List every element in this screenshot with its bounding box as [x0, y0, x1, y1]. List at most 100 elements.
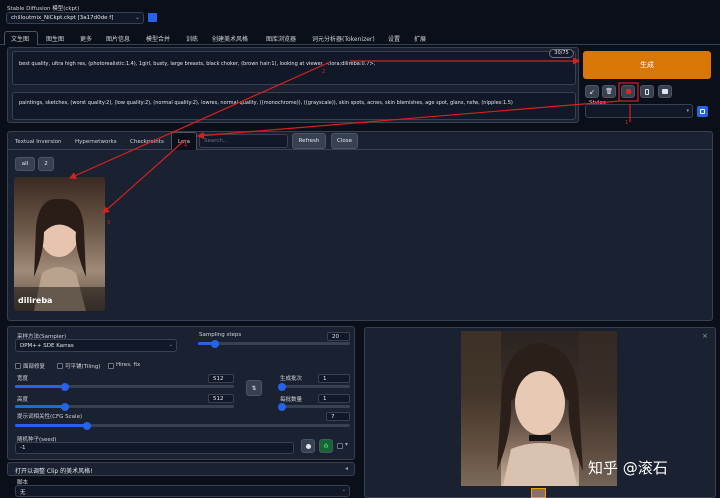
tiling-checkbox[interactable]: [57, 363, 63, 369]
checkpoint-value: chilloutmix_NiCkpt.ckpt [3a17d0de f]: [11, 15, 114, 21]
tab-textual-inversion[interactable]: Textual Inversion: [15, 139, 62, 145]
tab-img2img[interactable]: 图生图: [46, 34, 64, 43]
tab-train[interactable]: 训练: [186, 34, 198, 43]
tiling-label: 可平铺(Tiling): [65, 364, 101, 370]
chevron-down-icon: ⌄: [341, 487, 346, 493]
steps-slider[interactable]: [198, 339, 350, 348]
negative-prompt-input[interactable]: paintings, sketches, (worst quality:2), …: [12, 92, 576, 120]
generate-button[interactable]: 生成: [583, 51, 711, 79]
annotation-label-2: 2: [322, 69, 326, 75]
tab-tokenizer[interactable]: 词元分析器(Tokenizer): [312, 34, 375, 43]
collapse-icon[interactable]: ◂: [345, 465, 348, 472]
recycle-icon[interactable]: ♻: [319, 439, 333, 453]
prompt-panel: best quality, ultra high res, (photoreal…: [7, 47, 579, 123]
checkpoint-panel: Stable Diffusion 模型(ckpt) chilloutmix_Ni…: [3, 2, 161, 26]
batch-count-slider-handle[interactable]: [278, 382, 286, 391]
dice-icon[interactable]: [301, 439, 315, 453]
height-slider-fill: [15, 405, 65, 408]
tab-extensions[interactable]: 扩展: [414, 34, 426, 43]
main-tab-bar: 文生图 图生图 更多 图片信息 模型合并 训练 创建美术风格 图库浏览器 词元分…: [0, 31, 720, 45]
batch-size-label: 每批数量: [280, 397, 303, 403]
lora-search-placeholder: Search...: [204, 138, 229, 144]
cfg-slider-handle[interactable]: [83, 421, 91, 430]
tab-merge[interactable]: 模型合并: [146, 34, 170, 43]
lora-search-input[interactable]: Search...: [199, 134, 288, 148]
batch-count-input[interactable]: 1: [318, 374, 350, 383]
folder-button-all[interactable]: all: [15, 157, 35, 171]
sampler-value: DPM++ SDE Karras: [20, 343, 74, 349]
style-section[interactable]: 打开以调整 Clip 的美术风格! ◂: [7, 462, 355, 476]
annotation-label-3: 3: [107, 220, 111, 226]
styles-dropdown[interactable]: ▾: [585, 104, 693, 118]
batch-count-slider[interactable]: [278, 382, 350, 391]
lora-card-portrait: [14, 198, 105, 311]
cfg-input[interactable]: 7: [326, 412, 350, 421]
positive-prompt-input[interactable]: best quality, ultra high res, (photoreal…: [12, 51, 576, 85]
steps-label: Sampling steps: [199, 332, 242, 338]
style-section-title: 打开以调整 Clip 的美术风格!: [15, 468, 93, 475]
cfg-slider[interactable]: [15, 421, 350, 430]
lora-card-dilireba[interactable]: dilireba: [14, 177, 105, 311]
apply-style-icon[interactable]: [697, 106, 708, 117]
batch-size-input[interactable]: 1: [318, 394, 350, 403]
width-slider-fill: [15, 385, 65, 388]
watermark: 知乎 @滚石: [588, 459, 668, 477]
card-icon[interactable]: [621, 85, 635, 98]
extra-seed-checkbox[interactable]: [337, 443, 343, 449]
close-button[interactable]: Close: [331, 133, 358, 149]
script-dropdown[interactable]: 无 ⌄: [15, 485, 350, 497]
arrow-icon[interactable]: ↙: [585, 85, 599, 98]
height-slider-handle[interactable]: [61, 402, 69, 411]
tab-checkpoints[interactable]: Checkpoints: [130, 139, 164, 145]
save-icon[interactable]: [658, 85, 672, 98]
extra-networks-panel: [7, 131, 713, 321]
tab-hypernetworks[interactable]: Hypernetworks: [75, 139, 117, 145]
chevron-down-icon: ▾: [686, 108, 689, 114]
height-label: 高度: [17, 397, 29, 403]
output-thumbnail[interactable]: [531, 488, 546, 498]
tab-create-style[interactable]: 创建美术风格: [212, 34, 248, 43]
tab-txt2img-label: 文生图: [11, 36, 30, 43]
hires-fix-label: Hires. fix: [116, 362, 141, 368]
tab-settings[interactable]: 设置: [388, 34, 400, 43]
width-slider-handle[interactable]: [61, 382, 69, 391]
hires-fix-checkbox[interactable]: [108, 363, 114, 369]
swap-icon: ⇅: [251, 384, 257, 392]
annotation-label-4: 4: [184, 143, 188, 149]
tab-more[interactable]: 更多: [80, 34, 92, 43]
close-label: Close: [337, 138, 352, 144]
tab-png-info[interactable]: 图片信息: [106, 34, 130, 43]
generate-label: 生成: [640, 61, 654, 69]
steps-slider-handle[interactable]: [211, 339, 219, 348]
seed-input[interactable]: -1: [15, 442, 294, 454]
folder-button-2-label: 2: [44, 161, 48, 167]
height-slider[interactable]: [15, 402, 234, 411]
extra-seed-toggle-icon[interactable]: ▾: [345, 441, 348, 448]
seed-value: -1: [20, 445, 26, 451]
checkpoint-dropdown[interactable]: chilloutmix_NiCkpt.ckpt [3a17d0de f] ⌄: [6, 12, 144, 24]
folder-button-all-label: all: [21, 161, 29, 167]
refresh-label: Refresh: [298, 138, 320, 144]
lora-card-name: dilireba: [18, 296, 53, 305]
refresh-button[interactable]: Refresh: [292, 133, 326, 149]
steps-input[interactable]: 20: [327, 332, 350, 341]
sampler-dropdown[interactable]: DPM++ SDE Karras ⌄: [15, 339, 177, 352]
width-slider[interactable]: [15, 382, 234, 391]
cfg-slider-fill: [15, 424, 87, 427]
batch-size-slider-handle[interactable]: [278, 402, 286, 411]
checkpoint-label: Stable Diffusion 模型(ckpt): [7, 6, 80, 12]
chevron-down-icon: ⌄: [134, 14, 140, 21]
swap-dimensions-button[interactable]: ⇅: [246, 380, 262, 396]
tab-gallery[interactable]: 图库浏览器: [266, 34, 296, 43]
height-input[interactable]: 512: [208, 394, 234, 403]
folder-button-2[interactable]: 2: [38, 157, 54, 171]
batch-size-slider[interactable]: [278, 402, 350, 411]
width-input[interactable]: 512: [208, 374, 234, 383]
refresh-checkpoint-icon[interactable]: [148, 13, 157, 22]
clipboard-icon[interactable]: [640, 85, 654, 98]
script-value: 无: [20, 490, 26, 496]
trash-icon[interactable]: 🗑: [602, 85, 616, 98]
restore-faces-checkbox[interactable]: [15, 363, 21, 369]
width-label: 宽度: [17, 376, 29, 382]
close-icon[interactable]: ×: [702, 332, 708, 340]
